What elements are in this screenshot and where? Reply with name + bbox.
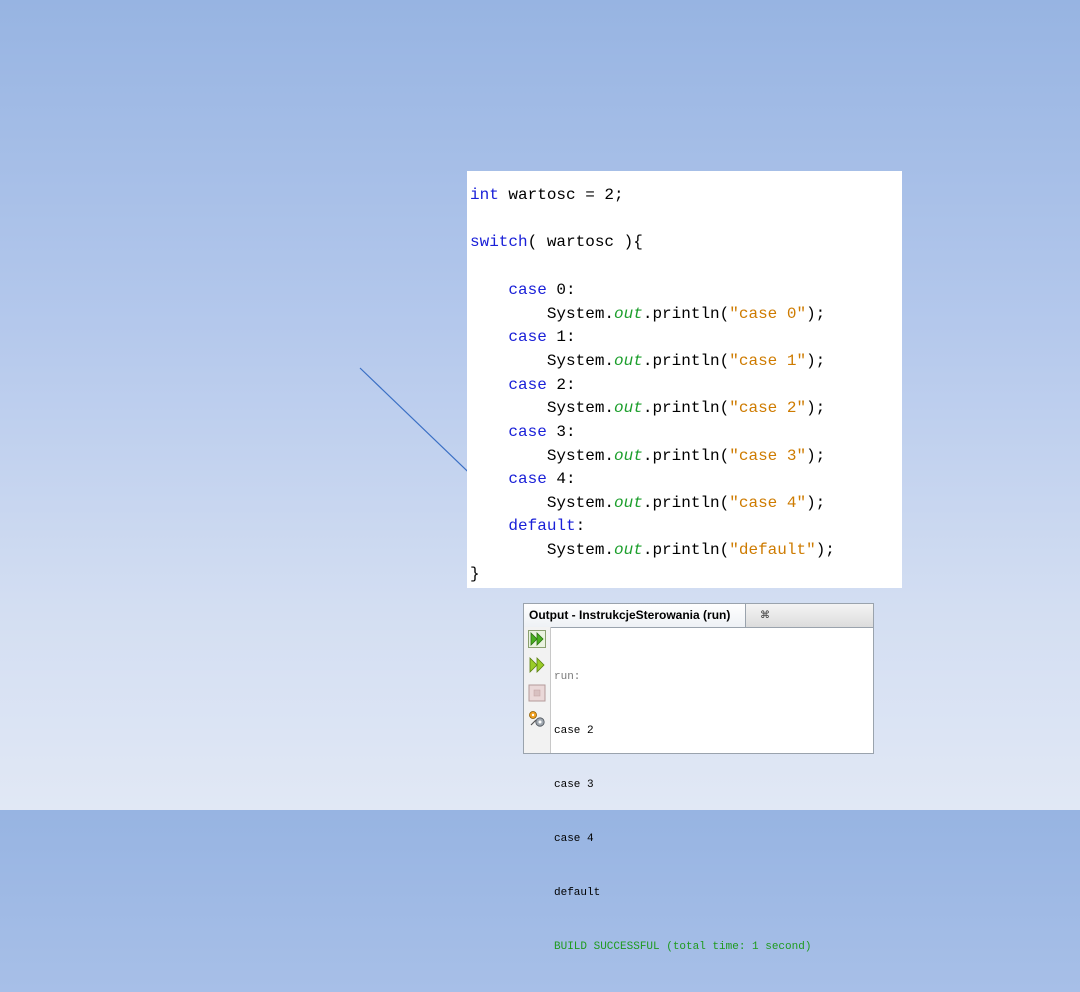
code-line-println-1: System.out.println("case 1"); <box>546 352 826 370</box>
code-line-println-0: System.out.println("case 0"); <box>546 305 826 323</box>
code-line-println-default: System.out.println("default"); <box>546 541 835 559</box>
settings-icon[interactable] <box>528 710 546 728</box>
code-line-case-3: case 3: <box>508 423 576 441</box>
code-line-declaration: int wartosc = 2; <box>470 186 624 204</box>
code-line-println-4: System.out.println("case 4"); <box>546 494 826 512</box>
output-tab-title: Output - InstrukcjeSterowania (run) <box>529 608 731 622</box>
rerun-icon[interactable] <box>528 630 546 648</box>
code-line-default: default: <box>508 517 586 535</box>
code-snippet: int wartosc = 2; switch( wartosc ){ case… <box>467 171 902 588</box>
code-line-println-3: System.out.println("case 3"); <box>546 447 826 465</box>
code-line-case-1: case 1: <box>508 328 576 346</box>
code-line-closing-brace: } <box>470 565 480 583</box>
build-status: BUILD SUCCESSFUL (total time: 1 second) <box>554 941 812 953</box>
code-line-case-2: case 2: <box>508 376 576 394</box>
output-tab[interactable]: Output - InstrukcjeSterowania (run) <box>524 604 746 627</box>
output-window: Output - InstrukcjeSterowania (run) ⌘ ru… <box>523 603 874 953</box>
output-tab-bar: Output - InstrukcjeSterowania (run) ⌘ <box>524 604 873 628</box>
code-line-case-0: case 0: <box>508 281 576 299</box>
output-console: run: case 2 case 3 case 4 default BUILD … <box>554 632 811 992</box>
output-line: case 4 <box>554 833 594 845</box>
rerun-with-customized-icon[interactable] <box>528 656 546 674</box>
code-line-println-2: System.out.println("case 2"); <box>546 399 826 417</box>
code-line-case-4: case 4: <box>508 470 576 488</box>
output-line: default <box>554 887 601 899</box>
output-line-run: run: <box>554 671 581 683</box>
stop-icon[interactable] <box>528 684 546 702</box>
output-toolbar <box>524 627 551 753</box>
output-line: case 2 <box>554 725 594 737</box>
code-line-switch: switch( wartosc ){ <box>470 233 643 251</box>
close-icon[interactable]: ⌘ <box>760 604 770 627</box>
output-line: case 3 <box>554 779 594 791</box>
